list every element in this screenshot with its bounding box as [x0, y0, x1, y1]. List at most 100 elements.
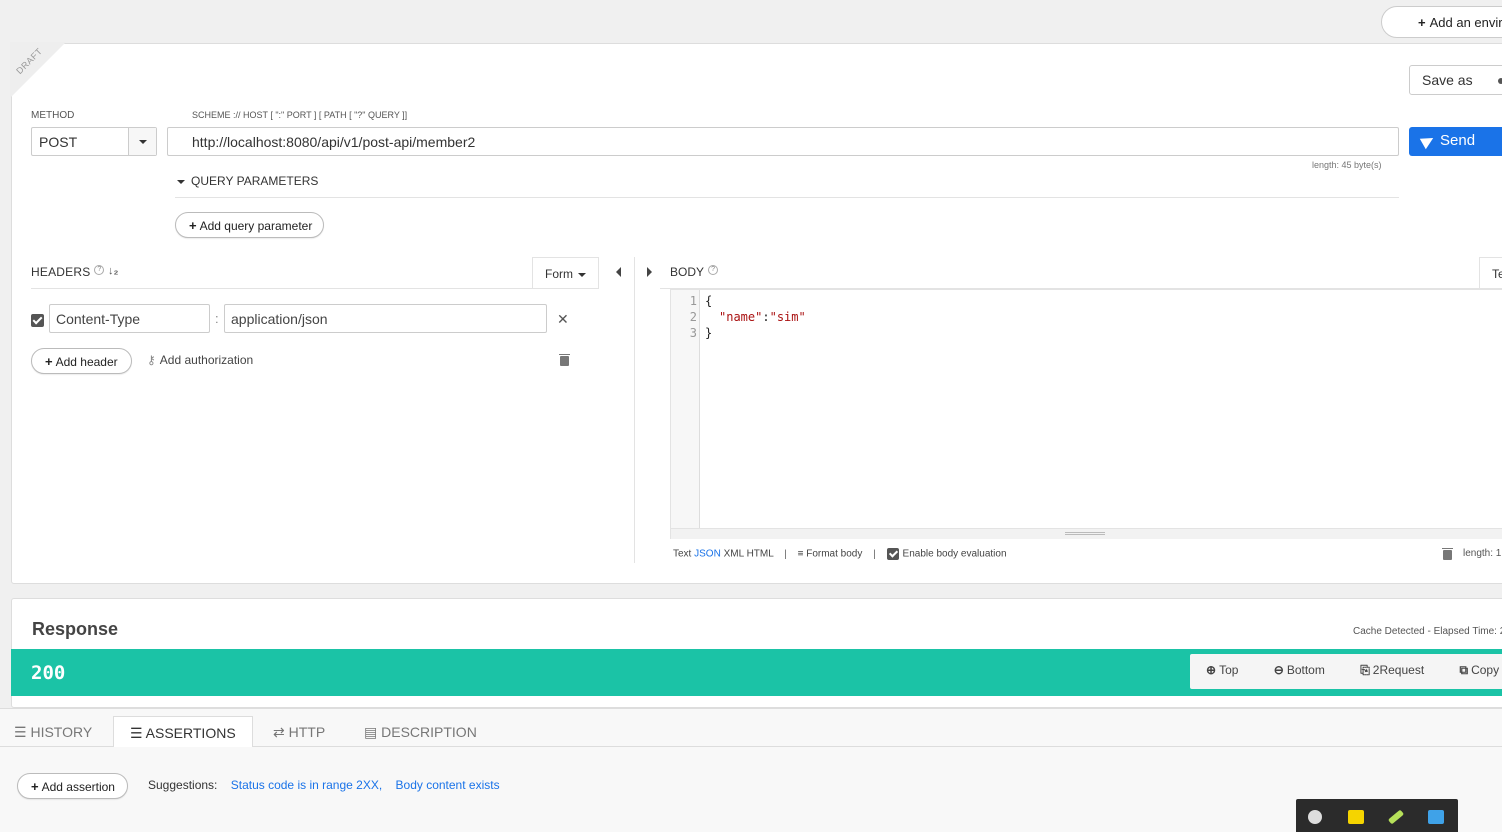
- line-number: 2: [689, 310, 697, 324]
- chevron-down-icon: [578, 272, 586, 277]
- tab-assertions[interactable]: ☰ ASSERTIONS: [113, 716, 253, 747]
- query-parameters-title: QUERY PARAMETERS: [191, 174, 319, 188]
- book-icon: ▤: [364, 724, 382, 740]
- suggestion-body-exists[interactable]: Body content exists: [396, 778, 500, 792]
- collapse-left-icon[interactable]: [616, 267, 621, 277]
- to-request-label: 2Request: [1372, 663, 1425, 677]
- arrow-up-circle-icon: ⊕: [1206, 663, 1217, 677]
- line-number: 3: [689, 326, 697, 340]
- editor-resize-bar[interactable]: [671, 528, 1502, 539]
- tab-history[interactable]: ☰ HISTORY: [14, 716, 92, 747]
- trash-icon[interactable]: [559, 354, 570, 366]
- add-environment-button[interactable]: + Add an envir: [1381, 6, 1502, 38]
- plus-icon: +: [31, 779, 39, 794]
- key-icon: ⚷: [147, 353, 156, 367]
- json-key: "name": [719, 310, 763, 324]
- suggestion-status-2xx[interactable]: Status code is in range 2XX,: [231, 778, 382, 792]
- send-label: Send: [1440, 132, 1476, 149]
- add-query-parameter-button[interactable]: + Add query parameter: [175, 212, 324, 238]
- divider: [175, 197, 1399, 198]
- caret-down-icon: [177, 179, 185, 184]
- format-html[interactable]: HTML: [747, 549, 774, 560]
- trash-icon[interactable]: [1442, 548, 1453, 560]
- url-length: length: 45 byte(s): [1312, 160, 1382, 170]
- format-body-button[interactable]: ≡ Format body: [798, 549, 863, 560]
- body-title: BODY?: [670, 265, 719, 279]
- tab-history-label: HISTORY: [30, 724, 93, 740]
- header-value-text: application/json: [231, 311, 328, 327]
- list-icon: ☰: [14, 724, 31, 740]
- format-json[interactable]: JSON: [694, 549, 721, 560]
- response-toolbar: ⊕Top ⊖Bottom ⎘2Request ⧉Copy ⤓D: [1190, 654, 1502, 689]
- system-tray: [1296, 799, 1458, 832]
- copy-button[interactable]: ⧉ Copy: [1460, 663, 1502, 677]
- json-sep: :: [762, 310, 770, 324]
- url-input[interactable]: http://localhost:8080/api/v1/post-api/me…: [167, 127, 1399, 156]
- bottom-button[interactable]: ⊖ Bottom: [1274, 663, 1341, 677]
- exchange-icon: ⇄: [273, 724, 289, 740]
- header-colon: :: [215, 311, 219, 326]
- pointer-icon[interactable]: [1308, 810, 1322, 824]
- header-name-field[interactable]: Content-Type: [49, 304, 210, 333]
- format-text[interactable]: Text: [673, 549, 691, 560]
- separator: |: [784, 548, 787, 560]
- collapse-right-icon[interactable]: [647, 267, 652, 277]
- delete-header-icon[interactable]: ✕: [557, 311, 569, 328]
- status-code: 200: [31, 662, 66, 684]
- url-value: http://localhost:8080/api/v1/post-api/me…: [192, 134, 476, 150]
- query-parameters-toggle[interactable]: QUERY PARAMETERS: [177, 174, 318, 188]
- copy-icon: ⧉: [1459, 663, 1469, 677]
- body-editor[interactable]: 1 { 2 "name":"sim" 3 }: [670, 289, 1502, 539]
- header-name-value: Content-Type: [56, 311, 141, 327]
- shield-icon[interactable]: [1428, 810, 1444, 824]
- tab-http-label: HTTP: [288, 724, 326, 740]
- add-environment-label: Add an envir: [1429, 15, 1502, 30]
- method-value: POST: [39, 134, 78, 150]
- headers-mode-dropdown[interactable]: Form: [532, 257, 599, 289]
- header-enabled-checkbox[interactable]: [31, 314, 44, 327]
- save-as-button[interactable]: Save as: [1409, 65, 1502, 95]
- add-assertion-button[interactable]: + Add assertion: [17, 773, 128, 799]
- body-mode-tab[interactable]: Te: [1479, 257, 1502, 289]
- method-label: METHOD: [31, 110, 75, 121]
- panel-splitter[interactable]: [634, 257, 635, 563]
- divider: [31, 288, 599, 289]
- body-mode-label: Te: [1492, 267, 1502, 281]
- add-query-parameter-label: Add query parameter: [199, 219, 313, 233]
- help-icon[interactable]: ?: [708, 265, 719, 275]
- header-value-field[interactable]: application/json: [224, 304, 547, 333]
- tab-description-label: DESCRIPTION: [381, 724, 477, 740]
- add-assertion-label: Add assertion: [41, 780, 115, 794]
- sort-icon[interactable]: ↓₂: [108, 265, 118, 277]
- enable-eval-checkbox[interactable]: [886, 548, 899, 560]
- response-title: Response: [32, 619, 119, 639]
- plus-icon: +: [1418, 15, 1426, 30]
- line-number: 1: [689, 294, 697, 308]
- arrow-down-circle-icon: ⊖: [1273, 663, 1284, 677]
- headers-title: HEADERS?: [31, 265, 105, 279]
- body-format-bar: Text JSON XML HTML | ≡ Format body | Ena…: [673, 548, 1007, 560]
- copy-to-request-icon: ⎘: [1360, 663, 1370, 677]
- help-icon[interactable]: ?: [94, 265, 105, 275]
- add-authorization-link[interactable]: ⚷ Add authorization: [147, 353, 253, 367]
- resize-grip-icon[interactable]: [1065, 532, 1105, 535]
- tab-description[interactable]: ▤ DESCRIPTION: [364, 716, 477, 747]
- enable-eval-label: Enable body evaluation: [902, 548, 1007, 560]
- json-value: "sim": [769, 310, 806, 324]
- chevron-down-icon: [139, 140, 147, 144]
- method-dropdown-toggle[interactable]: [128, 128, 156, 155]
- code-line: "name":"sim": [719, 309, 806, 325]
- add-header-button[interactable]: + Add header: [31, 348, 132, 374]
- to-request-button[interactable]: ⎘ 2Request: [1360, 663, 1440, 677]
- chat-icon[interactable]: [1348, 810, 1364, 824]
- send-button[interactable]: Send: [1409, 127, 1502, 156]
- bottom-label: Bottom: [1286, 663, 1325, 677]
- format-icon: ≡: [797, 548, 807, 560]
- top-button[interactable]: ⊕ Top: [1206, 663, 1254, 677]
- tab-assertions-label: ASSERTIONS: [145, 725, 236, 741]
- code-line: }: [705, 326, 713, 340]
- format-xml[interactable]: XML: [724, 549, 744, 560]
- tab-http[interactable]: ⇄ HTTP: [273, 716, 325, 747]
- pen-icon[interactable]: [1387, 809, 1405, 825]
- method-select[interactable]: POST: [31, 127, 157, 156]
